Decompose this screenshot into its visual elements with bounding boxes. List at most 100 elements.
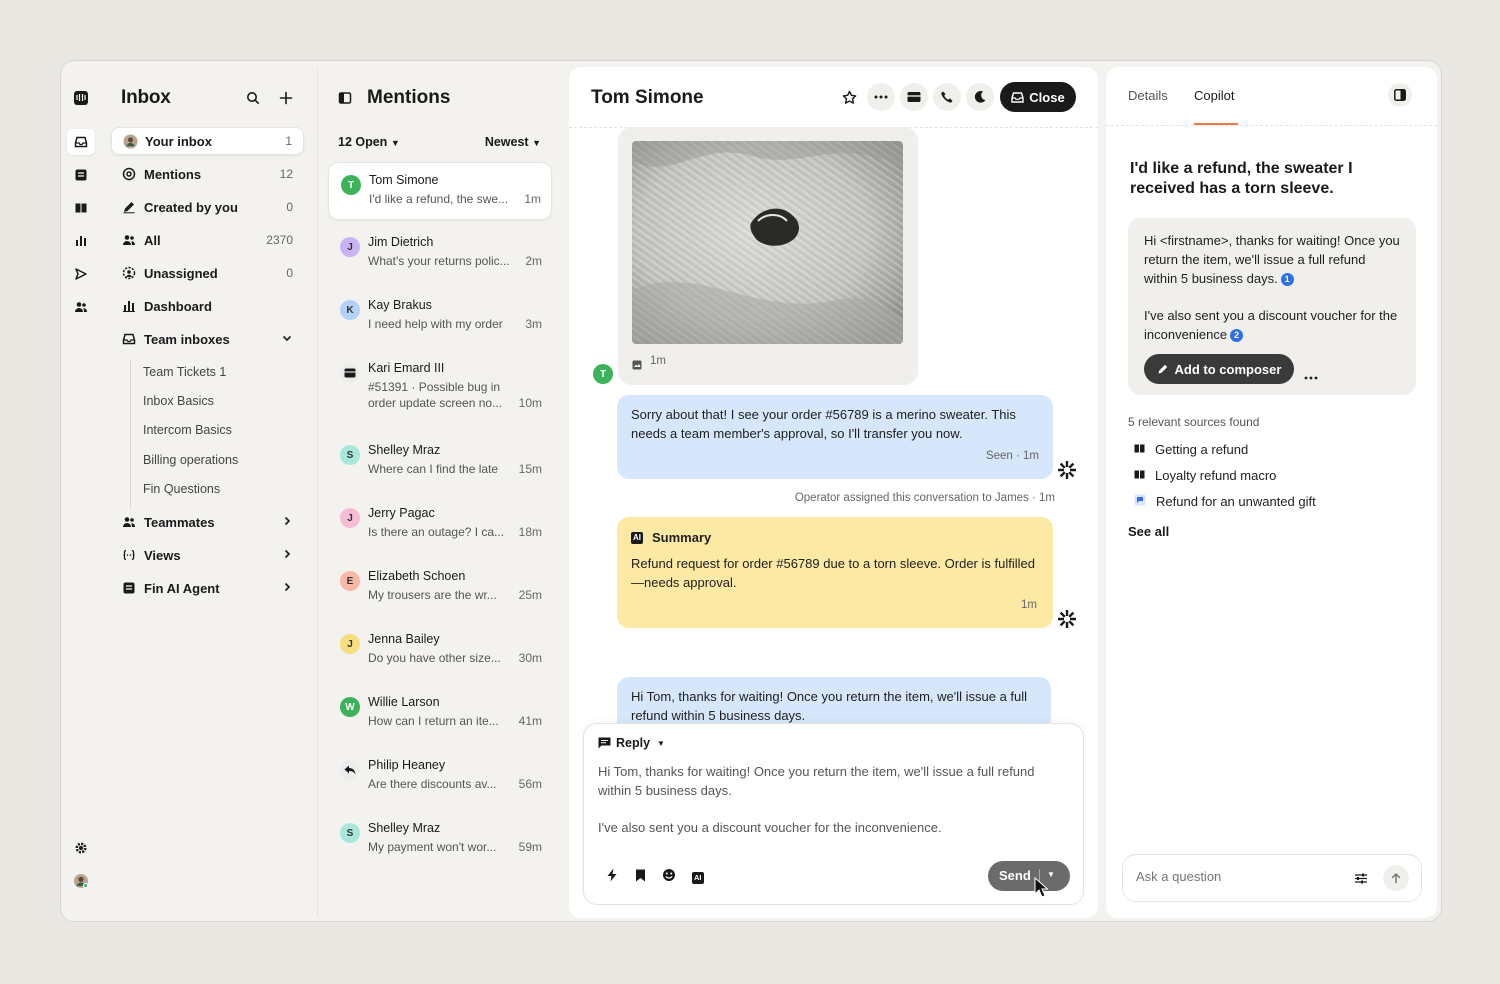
send-options-caret-icon[interactable]: ▼ [1047, 870, 1055, 879]
sort-dropdown[interactable]: Newest ▼ [485, 135, 541, 149]
emoji-icon[interactable] [662, 868, 676, 887]
phone-icon [941, 91, 953, 103]
avatar: S [340, 823, 360, 843]
sidebar-item-count: 2370 [266, 233, 293, 247]
message-preview: Where can I find the late [368, 462, 499, 476]
sidebar-item-team-inboxes[interactable]: Team inboxes [111, 325, 304, 353]
sidebar-item-label: Unassigned [144, 265, 218, 281]
bar-chart-icon [121, 298, 137, 314]
image-attachment[interactable]: 1m [618, 127, 918, 385]
add-to-composer-label: Add to composer [1174, 361, 1282, 377]
list-item[interactable]: S Shelley Mraz Where can I find the late… [328, 433, 552, 491]
convert-ticket-button[interactable] [900, 83, 928, 111]
lightning-icon[interactable] [606, 868, 619, 887]
knowledge-icon[interactable] [71, 198, 91, 218]
sidebar-item-created-by-you[interactable]: Created by you 0 [111, 193, 304, 221]
fin-agent-icon [121, 580, 137, 596]
tabs-divider [1106, 125, 1437, 126]
caret-down-icon: ▼ [390, 138, 400, 148]
list-item[interactable]: W Willie Larson How can I return an ite.… [328, 685, 552, 743]
list-item[interactable]: T Tom Simone I'd like a refund, the swe.… [328, 162, 552, 220]
ask-question-field[interactable] [1122, 854, 1422, 902]
message-preview: My payment won't wor... [368, 840, 497, 854]
list-item[interactable]: J Jenna Bailey Do you have other size...… [328, 622, 552, 680]
star-button[interactable] [835, 83, 863, 111]
more-icon[interactable] [1304, 366, 1318, 385]
ask-question-input[interactable] [1136, 869, 1336, 884]
tab-details[interactable]: Details [1128, 88, 1168, 103]
search-button[interactable] [240, 85, 266, 111]
caret-down-icon: ▼ [532, 138, 541, 148]
message-text: Hi Tom, thanks for waiting! Once you ret… [631, 689, 1028, 723]
contact-name: Philip Heaney [368, 758, 446, 772]
list-item[interactable]: K Kay Brakus I need help with my order 3m [328, 288, 552, 346]
open-filter-dropdown[interactable]: 12 Open ▼ [338, 135, 400, 149]
team-inbox-item[interactable]: Intercom Basics [143, 423, 232, 437]
call-button[interactable] [933, 83, 961, 111]
sidebar-item-mentions[interactable]: Mentions 12 [111, 160, 304, 188]
message-preview: I need help with my order [368, 317, 503, 331]
reports-icon[interactable] [71, 231, 91, 251]
settings-sliders-icon[interactable] [1354, 872, 1368, 890]
list-item[interactable]: Kari Emard III #51391 · Possible bug in … [328, 351, 552, 425]
inbox-icon[interactable] [67, 129, 95, 155]
list-item[interactable]: Philip Heaney Are there discounts av... 5… [328, 748, 552, 806]
sidebar-item-all[interactable]: All 2370 [111, 226, 304, 254]
send-label: Send [999, 868, 1031, 883]
citation-badge[interactable]: 1 [1280, 273, 1294, 286]
snooze-button[interactable] [966, 83, 994, 111]
source-item[interactable]: Getting a refund [1134, 442, 1248, 457]
fin-avatar-icon [1057, 460, 1077, 480]
team-inbox-item[interactable]: Billing operations [143, 453, 238, 467]
customer-avatar: T [593, 364, 613, 384]
reply-mode-dropdown[interactable]: Reply ▼ [598, 736, 665, 750]
submit-question-button[interactable] [1383, 865, 1409, 891]
sidebar-item-your-inbox[interactable]: Your inbox 1 [111, 127, 304, 155]
send-button[interactable]: Send ▼ [988, 861, 1070, 891]
sidebar-item-dashboard[interactable]: Dashboard [111, 292, 304, 320]
intercom-logo-icon[interactable] [71, 88, 91, 108]
settings-icon[interactable] [71, 838, 91, 858]
new-conversation-button[interactable] [273, 85, 299, 111]
bookmark-icon[interactable] [635, 869, 646, 887]
team-inbox-item[interactable]: Fin Questions [143, 482, 220, 496]
ai-tools-icon[interactable]: AI [692, 871, 704, 884]
team-inbox-item[interactable]: Inbox Basics [143, 394, 214, 408]
timestamp: 18m [518, 525, 542, 539]
avatar: J [340, 508, 360, 528]
add-to-composer-button[interactable]: Add to composer [1144, 354, 1294, 384]
tab-copilot[interactable]: Copilot [1194, 88, 1234, 103]
message-preview: What's your returns polic... [368, 254, 510, 268]
list-item[interactable]: E Elizabeth Schoen My trousers are the w… [328, 559, 552, 617]
close-conversation-button[interactable]: Close [1000, 82, 1076, 112]
users-icon [121, 514, 137, 530]
sidebar-item-label: All [144, 232, 161, 248]
sidebar-item-unassigned[interactable]: Unassigned 0 [111, 259, 304, 287]
list-item[interactable]: S Shelley Mraz My payment won't wor... 59… [328, 811, 552, 869]
see-all-link[interactable]: See all [1128, 524, 1169, 539]
avatar: T [341, 175, 361, 195]
toggle-panel-button[interactable] [1388, 83, 1412, 107]
message-status: Seen · 1m [985, 450, 1039, 462]
source-item[interactable]: Refund for an unwanted gift [1134, 494, 1316, 509]
contacts-icon[interactable] [71, 297, 91, 317]
list-item[interactable]: J Jerry Pagac Is there an outage? I ca..… [328, 496, 552, 554]
citation-badge[interactable]: 2 [1230, 329, 1244, 342]
panel-toggle-icon[interactable] [338, 91, 352, 105]
sidebar-item-views[interactable]: Views [111, 541, 304, 569]
source-item[interactable]: Loyalty refund macro [1134, 468, 1276, 483]
list-item[interactable]: J Jim Dietrich What's your returns polic… [328, 225, 552, 283]
torn-sweater-photo[interactable] [632, 141, 903, 344]
outbound-icon[interactable] [71, 264, 91, 284]
ticket-icon [907, 92, 921, 102]
avatar: K [340, 300, 360, 320]
sidebar-item-teammates[interactable]: Teammates [111, 508, 304, 536]
team-inbox-item[interactable]: Team Tickets 1 [143, 365, 226, 379]
sidebar-item-fin-ai-agent[interactable]: Fin AI Agent [111, 574, 304, 602]
user-avatar-icon[interactable] [71, 871, 91, 891]
more-options-button[interactable] [867, 83, 895, 111]
fin-ai-icon[interactable] [71, 165, 91, 185]
contact-name: Elizabeth Schoen [368, 569, 466, 583]
composer-text-area[interactable]: Hi Tom, thanks for waiting! Once you ret… [598, 762, 1068, 837]
contact-name: Jim Dietrich [368, 235, 434, 249]
